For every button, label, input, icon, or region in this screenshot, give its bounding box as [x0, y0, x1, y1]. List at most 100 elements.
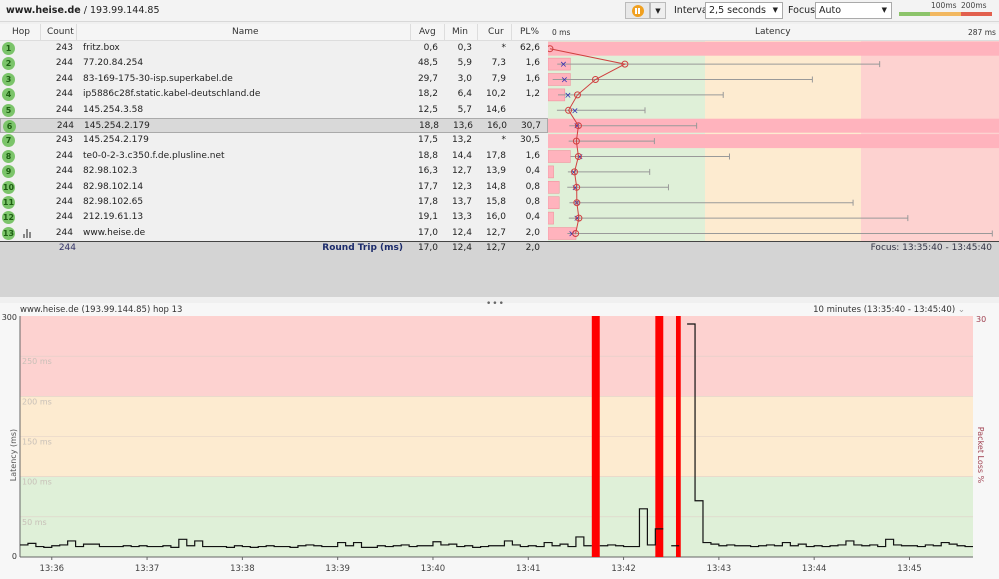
round-trip-footer: 244 Round Trip (ms) 17,0 12,4 12,7 2,0 F…	[0, 241, 999, 255]
hostname-cell[interactable]: 82.98.102.65	[83, 197, 143, 207]
avg-cell: 17,8	[417, 197, 438, 207]
breadcrumb: www.heise.de / 193.99.144.85	[6, 5, 160, 16]
table-row[interactable]: 11 244 82.98.102.65 17,8 13,7 15,8 0,8	[0, 195, 548, 210]
x-tick-label: 13:38	[230, 564, 255, 574]
pause-button[interactable]	[625, 2, 650, 19]
hostname-cell[interactable]: 145.254.3.58	[83, 105, 143, 115]
table-row[interactable]: 5 244 145.254.3.58 12,5 5,7 14,6	[0, 103, 548, 118]
col-pl[interactable]: PL%	[520, 27, 539, 37]
col-cur[interactable]: Cur	[488, 27, 504, 37]
min-cell: 12,7	[451, 166, 472, 177]
col-hop[interactable]: Hop	[12, 27, 30, 37]
col-latency[interactable]: Latency	[755, 27, 791, 37]
cur-cell: *	[501, 135, 507, 146]
hostname-cell[interactable]: 82.98.102.14	[83, 182, 143, 192]
col-avg[interactable]: Avg	[419, 27, 436, 37]
min-cell: 0,3	[457, 43, 472, 53]
focus-select[interactable]: Auto ▼	[815, 2, 892, 19]
count-cell: 244	[55, 73, 73, 84]
band-label: 200 ms	[22, 397, 52, 406]
table-row[interactable]: 8 244 te0-0-2-3.c350.f.de.plusline.net 18…	[0, 149, 548, 164]
latency-graph: ×××××××××××	[548, 41, 999, 241]
cur-cell: 17,8	[485, 150, 506, 161]
pl-cell: 1,2	[525, 89, 540, 100]
pl-cell: 1,6	[525, 58, 540, 69]
hostname-cell[interactable]: 145.254.2.179	[83, 135, 149, 145]
band-label: 150 ms	[22, 438, 52, 447]
cur-cell: 10,2	[485, 89, 506, 100]
col-min[interactable]: Min	[452, 27, 468, 37]
table-row[interactable]: 3 244 83-169-175-30-isp.superkabel.de 29,…	[0, 72, 548, 87]
interval-select[interactable]: 2,5 seconds ▼	[705, 2, 783, 19]
pl-cell: 2,0	[525, 227, 540, 238]
table-row[interactable]: 10 244 82.98.102.14 17,7 12,3 14,8 0,8	[0, 180, 548, 195]
interval-value: 2,5 seconds	[709, 5, 766, 16]
splitter-handle[interactable]: •••	[486, 299, 505, 309]
cur-cell: 13,9	[485, 166, 506, 177]
avg-cell: 12,5	[417, 104, 438, 115]
count-cell: 243	[55, 43, 73, 53]
pause-dropdown-button[interactable]: ▼	[650, 2, 666, 19]
hop-badge: 7	[2, 134, 15, 148]
cur-cell: 14,6	[485, 104, 506, 115]
cur-cell: 12,7	[485, 227, 506, 238]
table-row[interactable]: 13 244 www.heise.de 17,0 12,4 12,7 2,0	[0, 226, 548, 241]
avg-cell: 18,2	[417, 89, 438, 100]
col-name[interactable]: Name	[232, 27, 259, 37]
count-cell: 244	[55, 104, 73, 115]
table-row[interactable]: 1 243 fritz.box 0,6 0,3 * 62,6	[0, 41, 548, 56]
hop-badge: 13	[2, 226, 15, 240]
y-tick-label: 0	[12, 552, 17, 561]
hostname-cell[interactable]: 82.98.102.3	[83, 166, 137, 176]
avg-cell: 18,8	[418, 121, 439, 131]
chevron-down-icon: ▼	[655, 7, 661, 15]
pl-cell: 1,6	[525, 73, 540, 84]
table-row[interactable]: 6 244 145.254.2.179 18,8 13,6 16,0 30,7	[0, 118, 548, 134]
hostname-cell[interactable]: ip5886c28f.static.kabel-deutschland.de	[83, 89, 260, 99]
table-row[interactable]: 9 244 82.98.102.3 16,3 12,7 13,9 0,4	[0, 164, 548, 179]
hostname-cell[interactable]: te0-0-2-3.c350.f.de.plusline.net	[83, 151, 225, 161]
hostname-cell[interactable]: 212.19.61.13	[83, 212, 143, 222]
min-cell: 13,6	[452, 121, 473, 131]
avg-cell: 29,7	[417, 73, 438, 84]
bar-chart-icon[interactable]	[23, 228, 33, 238]
avg-cell: 16,3	[417, 166, 438, 177]
hostname-cell[interactable]: www.heise.de	[83, 228, 145, 238]
footer-count: 244	[58, 243, 76, 253]
table-row[interactable]: 7 243 145.254.2.179 17,5 13,2 * 30,5	[0, 133, 548, 148]
hop-badge: 8	[2, 149, 15, 163]
chevron-down-icon: ▼	[772, 6, 778, 14]
pl-cell: 0,4	[525, 212, 540, 223]
latency-timeline-chart: 50 ms 100 ms 150 ms 200 ms 250 ms 300 0 Latency…	[2, 313, 986, 574]
col-count[interactable]: Count	[47, 27, 74, 37]
pl-cell: 0,8	[525, 197, 540, 207]
packet-loss-bar	[548, 211, 554, 225]
min-cell: 13,2	[451, 135, 472, 146]
table-row[interactable]: 12 244 212.19.61.13 19,1 13,3 16,0 0,4	[0, 210, 548, 225]
table-header: Hop Count Name Avg Min Cur PL% 0 ms Late…	[0, 24, 999, 41]
hostname-cell[interactable]: 77.20.84.254	[83, 58, 143, 68]
y-axis-label: Latency (ms)	[9, 429, 18, 481]
target-host[interactable]: www.heise.de	[6, 5, 81, 16]
cur-cell: 14,8	[485, 181, 506, 192]
y-tick-label: 300	[2, 313, 17, 322]
count-cell: 244	[55, 89, 73, 100]
pl-cell: 0,8	[525, 181, 540, 192]
hostname-cell[interactable]: fritz.box	[83, 43, 120, 53]
hostname-cell[interactable]: 145.254.2.179	[84, 121, 150, 131]
table-row[interactable]: 2 244 77.20.84.254 48,5 5,9 7,3 1,6	[0, 56, 548, 71]
pl-cell: 30,5	[519, 135, 540, 146]
x-tick-label: 13:40	[421, 564, 446, 574]
footer-pl: 2,0	[525, 243, 540, 253]
cur-cell: 7,9	[491, 73, 506, 84]
count-cell: 244	[55, 58, 73, 69]
min-cell: 13,7	[451, 197, 472, 207]
hostname-cell[interactable]: 83-169-175-30-isp.superkabel.de	[83, 74, 233, 84]
band-label: 50 ms	[22, 518, 47, 527]
table-row[interactable]: 4 244 ip5886c28f.static.kabel-deutschland…	[0, 87, 548, 102]
footer-cur: 12,7	[485, 243, 506, 253]
legend-200: 200ms	[961, 1, 987, 10]
count-cell: 244	[55, 150, 73, 161]
hop-badge: 2	[2, 57, 15, 71]
avg-cell: 17,7	[417, 181, 438, 192]
